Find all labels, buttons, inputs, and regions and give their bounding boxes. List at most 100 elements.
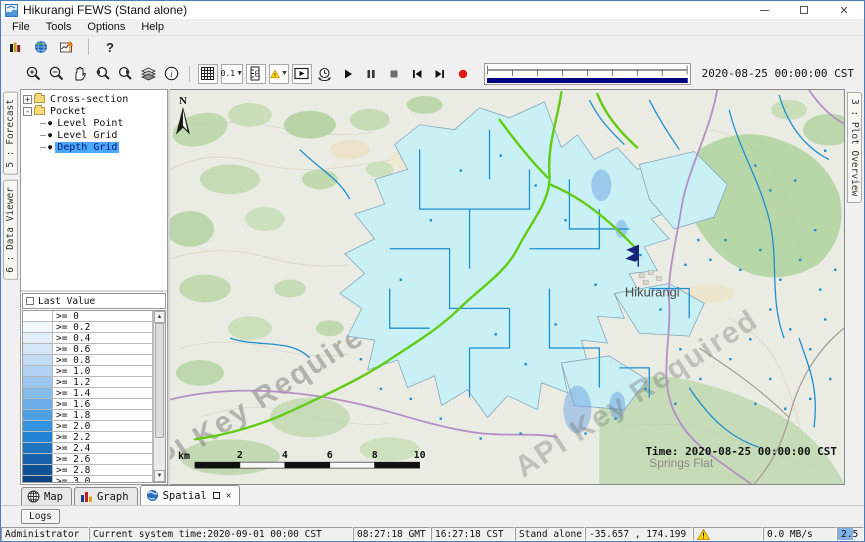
scroll-up-icon[interactable]: ▲	[154, 311, 165, 323]
legend-row[interactable]: >= 1.2	[23, 377, 153, 388]
legend-row[interactable]: >= 3.0	[23, 476, 153, 483]
menu-item[interactable]: Tools	[39, 20, 79, 34]
tree-item[interactable]: - ● Pocket	[22, 105, 166, 117]
legend-color-swatch	[23, 443, 53, 453]
play-icon[interactable]	[338, 64, 358, 84]
legend-row[interactable]: >= 2.4	[23, 443, 153, 454]
legend-row[interactable]: >= 0	[23, 311, 153, 322]
tree-expander[interactable]: +	[23, 95, 32, 104]
zoom-out-icon[interactable]	[46, 64, 66, 84]
legend-scrollbar[interactable]: ▲ ▼	[153, 311, 165, 482]
tree-item[interactable]: ● Depth Grid	[40, 141, 166, 153]
tab-forecast[interactable]: 5 : Forecast	[3, 92, 18, 175]
record-icon[interactable]	[453, 64, 473, 84]
timeseries-chart-icon[interactable]	[57, 37, 77, 57]
info-icon[interactable]: i	[161, 64, 181, 84]
tab-graph[interactable]: Graph	[74, 487, 138, 505]
bottom-tab-bar: Map Graph Spatial ✕	[1, 485, 864, 506]
gauge-scale-icon[interactable]: E	[246, 64, 266, 84]
last-value-checkbox[interactable]	[26, 297, 34, 305]
time-slider-track	[485, 64, 690, 84]
skip-end-icon[interactable]	[430, 64, 450, 84]
svg-text:10: 10	[414, 450, 426, 461]
legend-row[interactable]: >= 1.0	[23, 366, 153, 377]
legend-row[interactable]: >= 2.0	[23, 421, 153, 432]
tree-item[interactable]: ● Level Grid	[40, 129, 166, 141]
status-mode: Stand alone	[515, 527, 585, 541]
map-toolbar: i 0.1 ▼ E ! ▼	[1, 58, 864, 89]
animation-icon[interactable]	[292, 64, 312, 84]
globe-icon[interactable]	[31, 37, 51, 57]
town-label: Hikurangi	[625, 284, 680, 299]
grid-threshold-dropdown[interactable]: 0.1 ▼	[221, 64, 243, 84]
legend-row[interactable]: >= 1.8	[23, 410, 153, 421]
legend-row-label: >= 2.6	[53, 454, 153, 464]
menu-item[interactable]: Help	[134, 20, 171, 34]
legend-row-label: >= 2.0	[53, 421, 153, 431]
pause-icon[interactable]	[361, 64, 381, 84]
tree-item[interactable]: ● Level Point	[40, 117, 166, 129]
pan-hand-icon[interactable]	[69, 64, 89, 84]
folder-icon	[34, 95, 45, 103]
zoom-in-icon[interactable]	[23, 64, 43, 84]
legend-row[interactable]: >= 1.6	[23, 399, 153, 410]
tab-plot-overview[interactable]: 3 : Plot Overview	[847, 92, 862, 203]
time-slider[interactable]	[484, 63, 691, 85]
legend-row[interactable]: >= 2.6	[23, 454, 153, 465]
legend-row[interactable]: >= 0.4	[23, 333, 153, 344]
legend-row-label: >= 1.4	[53, 388, 153, 398]
help-icon[interactable]: ?	[100, 37, 120, 57]
menu-item[interactable]: File	[5, 20, 37, 34]
window-title: Hikurangi FEWS (Stand alone)	[23, 3, 187, 17]
grid-display-icon[interactable]	[198, 64, 218, 84]
tab-map-label: Map	[44, 491, 63, 503]
legend-color-swatch	[23, 322, 53, 332]
warning-dropdown[interactable]: ! ▼	[269, 64, 289, 84]
menu-item[interactable]: Options	[80, 20, 132, 34]
legend-row[interactable]: >= 2.8	[23, 465, 153, 476]
logs-button[interactable]: Logs	[21, 509, 60, 524]
tree-expander[interactable]: -	[23, 107, 32, 116]
scroll-down-icon[interactable]: ▼	[154, 470, 165, 482]
legend-row[interactable]: >= 0.8	[23, 355, 153, 366]
tab-maximize-icon[interactable]	[213, 492, 220, 499]
tab-data-viewer[interactable]: 6 : Data Viewer	[3, 180, 18, 280]
legend-row-label: >= 1.6	[53, 399, 153, 409]
database-icon[interactable]	[5, 37, 25, 57]
status-warning-cell[interactable]: !	[693, 527, 763, 541]
layer-bullet-icon: ●	[48, 131, 52, 139]
zoom-previous-icon[interactable]	[92, 64, 112, 84]
map-canvas[interactable]: API Key Required API Key Required	[170, 90, 844, 484]
graph-bars-icon	[80, 490, 93, 503]
status-user: Administrator	[1, 527, 89, 541]
main-toolbar: ?	[1, 36, 864, 58]
minimize-button[interactable]	[744, 1, 784, 19]
legend-color-swatch	[23, 377, 53, 387]
scroll-thumb[interactable]	[155, 323, 164, 438]
legend-color-swatch	[23, 454, 53, 464]
zoom-next-icon[interactable]	[115, 64, 135, 84]
animation-settings-icon[interactable]	[315, 64, 335, 84]
tree-item-label[interactable]: Level Point	[55, 118, 125, 129]
legend-row[interactable]: >= 2.2	[23, 432, 153, 443]
tab-spatial[interactable]: Spatial ✕	[140, 485, 241, 505]
tab-map[interactable]: Map	[21, 487, 72, 505]
svg-text:!: !	[274, 72, 276, 78]
legend-row[interactable]: >= 1.4	[23, 388, 153, 399]
stop-icon[interactable]	[384, 64, 404, 84]
layers-icon[interactable]	[138, 64, 158, 84]
map-viewport[interactable]: API Key Required API Key Required	[170, 89, 845, 485]
svg-text:N: N	[179, 95, 187, 107]
close-button[interactable]: ✕	[824, 1, 864, 19]
tree-item[interactable]: + ● Cross-section	[22, 93, 166, 105]
tree-item-label[interactable]: Pocket	[48, 106, 88, 117]
legend-row[interactable]: >= 0.2	[23, 322, 153, 333]
tree-item-label[interactable]: Depth Grid	[55, 142, 119, 153]
legend-row[interactable]: >= 0.6	[23, 344, 153, 355]
tab-close-icon[interactable]: ✕	[226, 491, 231, 501]
tree-item-label[interactable]: Level Grid	[55, 130, 119, 141]
maximize-button[interactable]	[784, 1, 824, 19]
last-value-label: Last Value	[38, 296, 95, 307]
skip-start-icon[interactable]	[407, 64, 427, 84]
tree-item-label[interactable]: Cross-section	[48, 94, 130, 105]
